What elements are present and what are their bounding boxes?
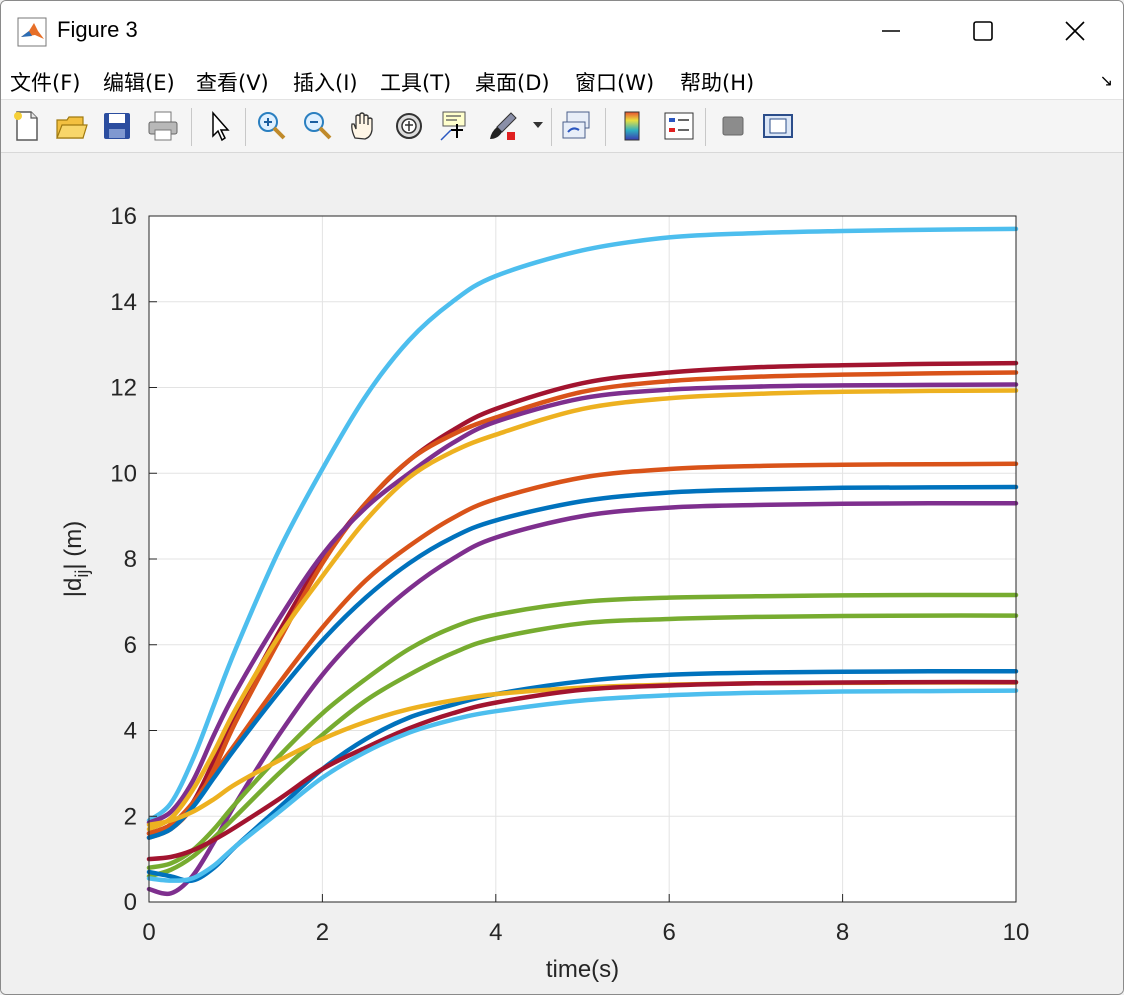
figure-toolbar [1, 100, 1123, 153]
x-tick-label: 0 [142, 919, 155, 946]
x-tick-label: 4 [489, 919, 502, 946]
y-tick-label: 0 [124, 889, 137, 916]
pan-hand-icon[interactable] [345, 108, 381, 144]
toolbar-separator [551, 108, 552, 146]
pointer-icon[interactable] [201, 108, 237, 144]
data-cursor-icon[interactable] [437, 108, 473, 144]
legend-icon[interactable] [661, 108, 697, 144]
figure-canvas: 0 2 4 6 8 10 0 2 4 6 8 10 12 14 16 time(s) |dij| (m) [1, 153, 1123, 994]
rotate-3d-icon[interactable] [391, 108, 427, 144]
brush-icon[interactable] [485, 108, 521, 144]
y-tick-label: 10 [110, 460, 137, 487]
link-plot-icon[interactable] [559, 108, 595, 144]
y-tick-label: 8 [124, 546, 137, 573]
y-tick-label: 14 [110, 289, 137, 316]
minimize-button[interactable] [845, 1, 937, 61]
toolbar-separator [605, 108, 606, 146]
show-plot-tools-icon[interactable] [760, 108, 796, 144]
hide-plot-tools-icon[interactable] [715, 108, 751, 144]
colorbar-icon[interactable] [615, 108, 651, 144]
open-folder-icon[interactable] [53, 108, 89, 144]
menu-bar: 文件(F) 编辑(E) 查看(V) 插入(I) 工具(T) 桌面(D) 窗口(W… [1, 61, 1123, 100]
save-icon[interactable] [99, 108, 135, 144]
y-tick-label: 12 [110, 375, 137, 402]
menu-insert[interactable]: 插入(I) [293, 67, 358, 97]
menu-file[interactable]: 文件(F) [10, 67, 80, 97]
x-axis-label: time(s) [546, 956, 619, 983]
zoom-out-icon[interactable] [299, 108, 335, 144]
figure-window: Figure 3 文件(F) 编辑(E) 查看(V) 插入(I) 工具(T) 桌… [0, 0, 1124, 995]
y-tick-label: 16 [110, 203, 137, 230]
x-tick-label: 10 [1003, 919, 1030, 946]
y-tick-label: 4 [124, 718, 137, 745]
minimize-icon [882, 30, 900, 32]
menu-window[interactable]: 窗口(W) [575, 67, 654, 97]
y-axis-label: |dij| (m) [60, 521, 92, 597]
x-tick-label: 8 [836, 919, 849, 946]
x-tick-label: 6 [663, 919, 676, 946]
toolbar-separator [705, 108, 706, 146]
menu-edit[interactable]: 编辑(E) [103, 67, 175, 97]
toolbar-separator [191, 108, 192, 146]
print-icon[interactable] [145, 108, 181, 144]
close-button[interactable] [1029, 1, 1121, 61]
brush-dropdown-icon[interactable] [532, 120, 544, 130]
toolbar-separator [245, 108, 246, 146]
zoom-in-icon[interactable] [253, 108, 289, 144]
y-tick-label: 6 [124, 632, 137, 659]
menu-desktop[interactable]: 桌面(D) [475, 67, 550, 97]
maximize-icon [973, 21, 993, 41]
undock-arrow-icon[interactable]: ↘ [1100, 71, 1113, 91]
title-bar: Figure 3 [1, 1, 1123, 61]
line-chart[interactable]: 0 2 4 6 8 10 0 2 4 6 8 10 12 14 16 time(s) |dij| (m) [1, 153, 1123, 994]
window-title: Figure 3 [57, 17, 138, 42]
menu-view[interactable]: 查看(V) [196, 67, 269, 97]
x-tick-label: 2 [316, 919, 329, 946]
new-file-icon[interactable] [9, 108, 45, 144]
maximize-button[interactable] [937, 1, 1029, 61]
matlab-logo-icon [17, 17, 47, 47]
menu-help[interactable]: 帮助(H) [680, 67, 754, 97]
menu-tools[interactable]: 工具(T) [380, 67, 451, 97]
y-tick-label: 2 [124, 803, 137, 830]
close-icon [1065, 21, 1085, 41]
